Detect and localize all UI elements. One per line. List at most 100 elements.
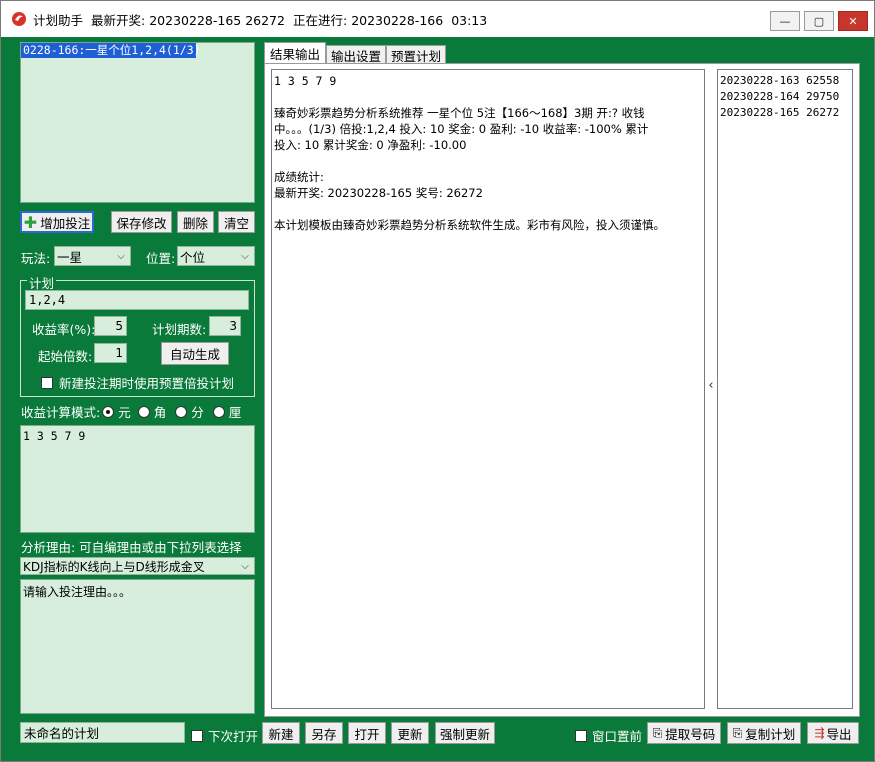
fetch-numbers-label: 提取号码 (665, 726, 716, 742)
copy-icon: ⎘ (732, 725, 743, 740)
reason-label: 分析理由: 可自编理由或由下拉列表选择 (21, 540, 242, 555)
export-button[interactable]: ⇶ 导出 (807, 722, 859, 744)
output-line-5: 成绩统计: (274, 170, 324, 184)
add-bet-button[interactable]: ✚ 增加投注 (20, 211, 94, 233)
tab-result-output-label: 结果输出 (270, 47, 321, 62)
play-select-value: 一星 (57, 249, 83, 265)
minimize-button[interactable]: — (770, 11, 800, 31)
output-line-2: 臻奇妙彩票趋势分析系统推荐 一星个位 5注【166～168】3期 开:? 收钱 (274, 106, 645, 120)
radio-fen[interactable]: 分 (175, 402, 204, 421)
yield-label: 收益率(%): (32, 322, 96, 337)
radio-fen-dot[interactable] (175, 405, 188, 418)
export-icon: ⇶ (814, 726, 825, 740)
latest-draw-value: 20230228-165 26272 (149, 12, 285, 28)
open-button[interactable]: 打开 (348, 722, 386, 744)
radio-jiao-label: 角 (153, 405, 167, 420)
yield-field[interactable]: 5 (94, 316, 127, 336)
start-multiple-field[interactable]: 1 (94, 343, 127, 363)
radio-jiao-dot[interactable] (137, 405, 150, 418)
reason-select[interactable]: KDJ指标的K线向上与D线形成金叉 ⌵ (20, 557, 255, 575)
chevron-down-icon: ⌵ (117, 250, 125, 262)
tab-result-output[interactable]: 结果输出 (264, 42, 327, 64)
app-logo-icon (11, 11, 27, 27)
radio-li-dot[interactable] (212, 405, 225, 418)
result-output-textarea[interactable]: 1 3 5 7 9 臻奇妙彩票趋势分析系统推荐 一星个位 5注【166～168】… (271, 69, 705, 709)
output-line-3: 中。。。(1/3) 倍投:1,2,4 投入: 10 奖金: 0 盈利: -10 … (274, 122, 649, 136)
history-item[interactable]: 20230228-163 62558 (720, 73, 850, 89)
calc-mode-row: 收益计算模式: 元 角 分 厘 (21, 402, 241, 421)
plan-list-item-label: 0228-166:一星个位1,2,4(1/3) (23, 43, 201, 57)
periods-field[interactable]: 3 (209, 316, 241, 336)
numbers-textarea[interactable]: 1 3 5 7 9 (20, 425, 255, 533)
open-next-checkbox-box[interactable] (191, 729, 203, 742)
radio-yuan[interactable]: 元 (102, 402, 131, 421)
chevron-down-icon: ⌵ (241, 250, 249, 262)
plan-name-field[interactable]: 未命名的计划 (20, 722, 185, 743)
output-line-7: 本计划模板由臻奇妙彩票趋势分析系统软件生成。彩市有风险，投入须谨慎。 (274, 218, 665, 232)
use-preset-checkbox-box[interactable] (41, 376, 53, 389)
in-progress-value: 20230228-166 (351, 12, 444, 28)
open-next-label: 下次打开 (208, 729, 259, 744)
force-update-button[interactable]: 强制更新 (435, 722, 495, 744)
position-select-value: 个位 (180, 249, 206, 265)
save-edit-button[interactable]: 保存修改 (111, 211, 172, 233)
clear-button[interactable]: 清空 (218, 211, 255, 233)
plan-list[interactable]: 0228-166:一星个位1,2,4(1/3) (20, 42, 255, 203)
radio-yuan-dot[interactable] (102, 405, 115, 418)
topmost-checkbox-box[interactable] (575, 729, 587, 742)
position-select[interactable]: 个位 ⌵ (177, 246, 255, 266)
minimize-icon: — (779, 14, 791, 28)
radio-li[interactable]: 厘 (212, 402, 242, 421)
plan-numbers-field[interactable]: 1,2,4 (25, 290, 249, 310)
auto-generate-button[interactable]: 自动生成 (161, 342, 229, 365)
position-label: 位置: (146, 251, 176, 266)
tab-preset-plan[interactable]: 预置计划 (386, 45, 447, 64)
start-multiple-label: 起始倍数: (38, 349, 93, 364)
latest-draw-label: 最新开奖: (91, 12, 146, 28)
close-icon: ✕ (848, 14, 858, 28)
tab-output-settings[interactable]: 输出设置 (326, 45, 387, 64)
radio-yuan-label: 元 (118, 405, 131, 420)
maximize-icon: ▢ (813, 14, 825, 28)
tab-bar: 结果输出 输出设置 预置计划 (264, 42, 447, 64)
copy-plan-button[interactable]: ⎘ 复制计划 (727, 722, 801, 744)
list-item[interactable]: 0228-166:一星个位1,2,4(1/3) (21, 43, 201, 58)
tab-preset-plan-label: 预置计划 (391, 48, 442, 64)
periods-label: 计划期数: (152, 322, 207, 337)
play-select[interactable]: 一星 ⌵ (54, 246, 131, 266)
tab-output-settings-label: 输出设置 (331, 48, 382, 64)
use-preset-checkbox[interactable]: 新建投注期时使用预置倍投计划 (41, 373, 234, 392)
reason-select-value: KDJ指标的K线向上与D线形成金叉 (23, 559, 205, 574)
window-title: 计划助手 最新开奖: 20230228-165 26272 正在进行: 20230228… (33, 10, 495, 29)
output-line-1: 1 3 5 7 9 (274, 74, 337, 88)
close-button[interactable]: ✕ (838, 11, 868, 31)
delete-button[interactable]: 删除 (177, 211, 214, 233)
add-bet-label: 增加投注 (40, 215, 91, 231)
collapse-splitter[interactable]: ‹ (706, 374, 716, 396)
history-item[interactable]: 20230228-164 29750 (720, 89, 850, 105)
topmost-checkbox[interactable]: 窗口置前 (575, 726, 642, 745)
history-item[interactable]: 20230228-165 26272 (720, 105, 850, 121)
reason-text: 请输入投注理由。。。 (23, 585, 132, 599)
fetch-numbers-button[interactable]: ⎘ 提取号码 (647, 722, 721, 744)
output-line-6: 最新开奖: 20230228-165 奖号: 26272 (274, 186, 483, 200)
history-list[interactable]: 20230228-163 62558 20230228-164 29750 20… (717, 69, 853, 709)
reason-textarea[interactable]: 请输入投注理由。。。 (20, 579, 255, 714)
collapse-arrow-icon: ‹ (708, 377, 714, 393)
title-bar: 计划助手 最新开奖: 20230228-165 26272 正在进行: 20230228… (1, 1, 874, 37)
plus-icon: ✚ (23, 212, 38, 232)
tab-content: 1 3 5 7 9 臻奇妙彩票趋势分析系统推荐 一星个位 5注【166～168】… (264, 63, 860, 717)
topmost-label: 窗口置前 (592, 729, 643, 744)
radio-li-label: 厘 (228, 405, 242, 420)
radio-jiao[interactable]: 角 (137, 402, 167, 421)
new-button[interactable]: 新建 (262, 722, 300, 744)
fetch-numbers-icon: ⎘ (652, 725, 663, 740)
main-window: 计划助手 最新开奖: 20230228-165 26272 正在进行: 20230228… (0, 0, 875, 762)
update-button[interactable]: 更新 (391, 722, 429, 744)
numbers-text: 1 3 5 7 9 (23, 429, 86, 443)
open-next-checkbox[interactable]: 下次打开 (191, 726, 258, 745)
save-as-button[interactable]: 另存 (305, 722, 343, 744)
output-line-4: 投入: 10 累计奖金: 0 净盈利: -10.00 (274, 138, 467, 152)
maximize-button[interactable]: ▢ (804, 11, 834, 31)
play-label: 玩法: (21, 251, 51, 266)
